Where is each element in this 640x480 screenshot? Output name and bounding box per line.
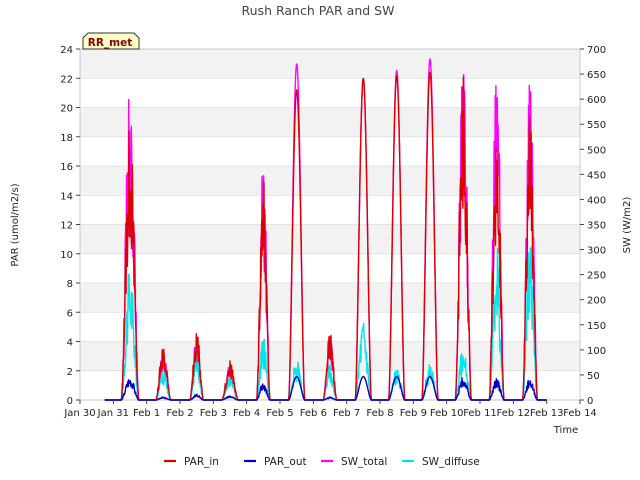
x-tick-label: Feb 5: [266, 408, 293, 419]
left-tick-label: 18: [60, 133, 73, 144]
legend-label: PAR_out: [264, 456, 307, 468]
legend-label: SW_diffuse: [422, 456, 480, 468]
right-tick-label: 0: [587, 396, 593, 407]
right-tick-label: 450: [587, 170, 606, 181]
x-tick-label: Feb 1: [133, 408, 160, 419]
left-tick-label: 12: [60, 221, 73, 232]
x-tick-label: Feb 3: [200, 408, 227, 419]
x-tick-label: Feb 10: [430, 408, 464, 419]
left-tick-label: 24: [60, 45, 73, 56]
x-tick-label: Feb 9: [400, 408, 427, 419]
x-tick-label: Feb 7: [333, 408, 360, 419]
left-tick-label: 2: [67, 367, 73, 378]
x-tick-label: Jan 31: [97, 408, 129, 419]
left-tick-label: 8: [67, 279, 73, 290]
band: [80, 283, 580, 313]
x-tick-label: Feb 11: [463, 408, 497, 419]
band: [80, 107, 580, 137]
left-tick-label: 10: [60, 250, 73, 261]
right-tick-label: 650: [587, 70, 606, 81]
left-tick-label: 0: [67, 396, 73, 407]
band: [80, 166, 580, 196]
x-tick-label: Feb 14: [563, 408, 597, 419]
x-tick-label: Jan 30: [63, 408, 95, 419]
left-tick-label: 6: [67, 308, 73, 319]
x-tick-label: Feb 13: [530, 408, 564, 419]
right-tick-label: 550: [587, 120, 606, 131]
right-tick-label: 350: [587, 221, 606, 232]
right-tick-label: 200: [587, 296, 606, 307]
right-tick-label: 50: [587, 371, 600, 382]
left-tick-label: 20: [60, 104, 73, 115]
x-tick-label: Feb 4: [233, 408, 260, 419]
left-axis-label: PAR (umol/m2/s): [10, 183, 21, 266]
left-tick-label: 16: [60, 162, 73, 173]
x-tick-label: Feb 2: [166, 408, 193, 419]
band: [80, 224, 580, 254]
chart: 024681012141618202224 050100150200250300…: [0, 0, 640, 480]
right-tick-label: 250: [587, 271, 606, 282]
station-label: RR_met: [88, 37, 133, 49]
right-tick-label: 400: [587, 195, 606, 206]
right-tick-label: 100: [587, 346, 606, 357]
station-label-box: RR_met: [82, 32, 140, 50]
x-tick-label: Feb 8: [366, 408, 393, 419]
right-tick-label: 700: [587, 45, 606, 56]
x-tick-label: Feb 6: [300, 408, 327, 419]
right-axis-label: SW (W/m2): [622, 197, 633, 254]
x-axis-label: Time: [553, 425, 578, 436]
band: [80, 49, 580, 79]
left-tick-label: 4: [67, 338, 73, 349]
right-tick-label: 300: [587, 246, 606, 257]
chart-title: Rush Ranch PAR and SW: [242, 3, 395, 18]
right-tick-label: 600: [587, 95, 606, 106]
x-tick-label: Feb 12: [497, 408, 531, 419]
right-tick-label: 500: [587, 145, 606, 156]
left-tick-label: 22: [60, 74, 73, 85]
legend-label: PAR_in: [184, 456, 219, 468]
right-tick-label: 150: [587, 321, 606, 332]
legend-label: SW_total: [341, 456, 387, 468]
left-tick-label: 14: [60, 191, 73, 202]
